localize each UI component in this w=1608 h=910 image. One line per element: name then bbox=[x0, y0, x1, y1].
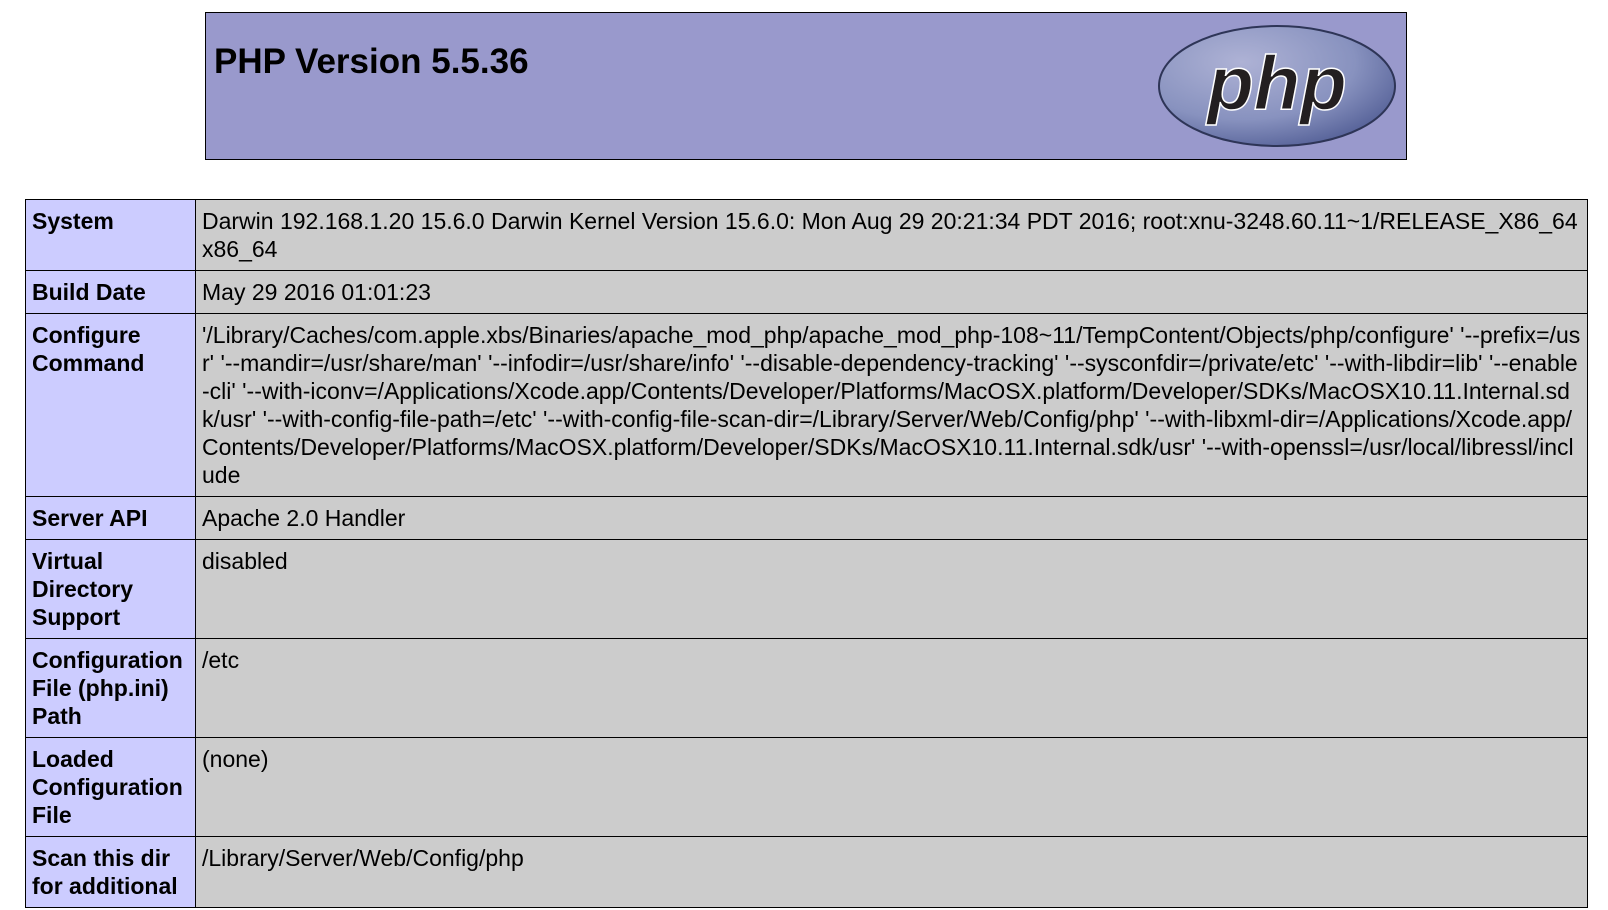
php-logo-text: php bbox=[1205, 41, 1346, 126]
row-key: Server API bbox=[25, 496, 196, 540]
table-row: Configure Command '/Library/Caches/com.a… bbox=[25, 313, 1588, 497]
row-key: Scan this dir for additional bbox=[25, 836, 196, 908]
table-row: Configuration File (php.ini) Path /etc bbox=[25, 638, 1588, 738]
table-row: Loaded Configuration File (none) bbox=[25, 737, 1588, 837]
row-key: Virtual Directory Support bbox=[25, 539, 196, 639]
row-key: Loaded Configuration File bbox=[25, 737, 196, 837]
row-value: /Library/Server/Web/Config/php bbox=[195, 836, 1588, 908]
row-value: (none) bbox=[195, 737, 1588, 837]
table-row: Server API Apache 2.0 Handler bbox=[25, 496, 1588, 540]
row-value: May 29 2016 01:01:23 bbox=[195, 270, 1588, 314]
table-row: Scan this dir for additional /Library/Se… bbox=[25, 836, 1588, 908]
table-row: Build Date May 29 2016 01:01:23 bbox=[25, 270, 1588, 314]
info-table: System Darwin 192.168.1.20 15.6.0 Darwin… bbox=[25, 199, 1588, 908]
php-logo-icon: php bbox=[1158, 25, 1396, 147]
row-key: Configure Command bbox=[25, 313, 196, 497]
page-title: PHP Version 5.5.36 bbox=[214, 42, 529, 81]
row-value: /etc bbox=[195, 638, 1588, 738]
row-value: '/Library/Caches/com.apple.xbs/Binaries/… bbox=[195, 313, 1588, 497]
row-value: Darwin 192.168.1.20 15.6.0 Darwin Kernel… bbox=[195, 199, 1588, 271]
row-key: Build Date bbox=[25, 270, 196, 314]
row-value: Apache 2.0 Handler bbox=[195, 496, 1588, 540]
table-row: Virtual Directory Support disabled bbox=[25, 539, 1588, 639]
row-key: System bbox=[25, 199, 196, 271]
table-row: System Darwin 192.168.1.20 15.6.0 Darwin… bbox=[25, 199, 1588, 271]
header-banner: PHP Version 5.5.36 php bbox=[205, 12, 1407, 160]
row-value: disabled bbox=[195, 539, 1588, 639]
row-key: Configuration File (php.ini) Path bbox=[25, 638, 196, 738]
